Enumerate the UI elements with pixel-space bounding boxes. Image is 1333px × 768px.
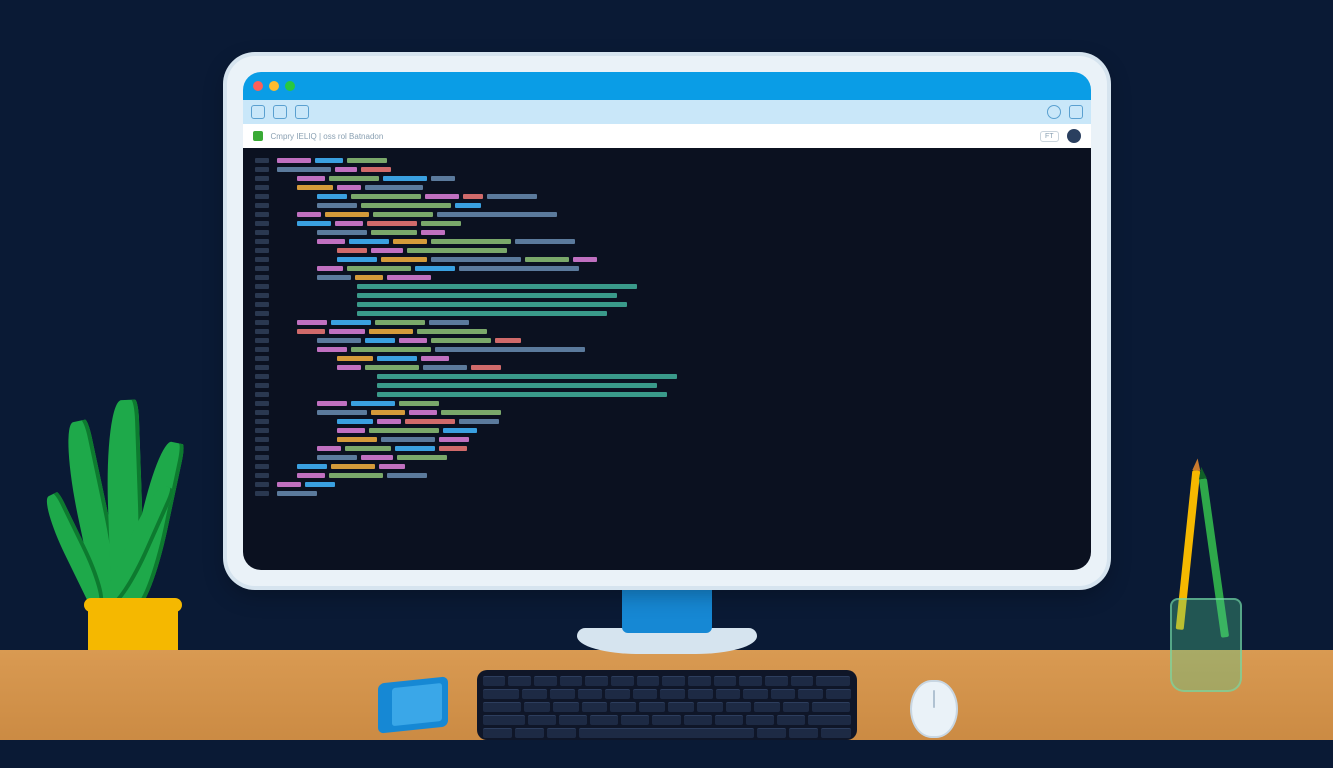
code-line	[255, 291, 1079, 300]
code-line	[255, 453, 1079, 462]
code-line	[255, 201, 1079, 210]
code-line	[255, 471, 1079, 480]
secure-icon	[253, 131, 263, 141]
code-line	[255, 435, 1079, 444]
forward-button[interactable]	[273, 105, 287, 119]
code-line	[255, 255, 1079, 264]
address-bar[interactable]: Cmpry IELIQ | oss rol Batnadon FT	[243, 124, 1091, 148]
code-line	[255, 165, 1079, 174]
tab-title: Cmpry IELIQ | oss rol Batnadon	[271, 132, 384, 141]
code-line	[255, 192, 1079, 201]
code-line	[255, 219, 1079, 228]
code-line	[255, 264, 1079, 273]
download-icon[interactable]	[1047, 105, 1061, 119]
maximize-icon[interactable]	[285, 81, 295, 91]
code-line	[255, 345, 1079, 354]
code-line	[255, 363, 1079, 372]
code-line	[255, 408, 1079, 417]
code-line	[255, 381, 1079, 390]
code-line	[255, 462, 1079, 471]
code-line	[255, 183, 1079, 192]
browser-toolbar	[243, 100, 1091, 124]
code-line	[255, 426, 1079, 435]
code-line	[255, 174, 1079, 183]
close-icon[interactable]	[253, 81, 263, 91]
monitor: Cmpry IELIQ | oss rol Batnadon FT	[227, 56, 1107, 586]
code-line	[255, 354, 1079, 363]
code-line	[255, 156, 1079, 165]
code-line	[255, 273, 1079, 282]
monitor-stand-neck	[622, 583, 712, 633]
code-line	[255, 300, 1079, 309]
code-editor[interactable]	[243, 148, 1091, 570]
code-line	[255, 309, 1079, 318]
code-line	[255, 489, 1079, 498]
reload-button[interactable]	[295, 105, 309, 119]
desk-edge	[0, 740, 1333, 768]
code-line	[255, 228, 1079, 237]
code-line	[255, 480, 1079, 489]
code-line	[255, 210, 1079, 219]
code-line	[255, 282, 1079, 291]
pencil-cup	[1170, 598, 1242, 692]
mouse	[910, 680, 958, 738]
window-titlebar	[243, 72, 1091, 100]
code-line	[255, 336, 1079, 345]
badge: FT	[1040, 131, 1059, 142]
extension-button[interactable]	[1069, 105, 1083, 119]
code-line	[255, 237, 1079, 246]
code-line	[255, 399, 1079, 408]
code-line	[255, 444, 1079, 453]
back-button[interactable]	[251, 105, 265, 119]
code-line	[255, 372, 1079, 381]
keyboard	[477, 670, 857, 740]
code-line	[255, 390, 1079, 399]
code-line	[255, 327, 1079, 336]
workspace-illustration: Cmpry IELIQ | oss rol Batnadon FT	[0, 0, 1333, 768]
code-line	[255, 318, 1079, 327]
notebook	[378, 676, 448, 733]
code-line	[255, 246, 1079, 255]
code-line	[255, 417, 1079, 426]
profile-avatar[interactable]	[1067, 129, 1081, 143]
monitor-screen: Cmpry IELIQ | oss rol Batnadon FT	[243, 72, 1091, 570]
minimize-icon[interactable]	[269, 81, 279, 91]
